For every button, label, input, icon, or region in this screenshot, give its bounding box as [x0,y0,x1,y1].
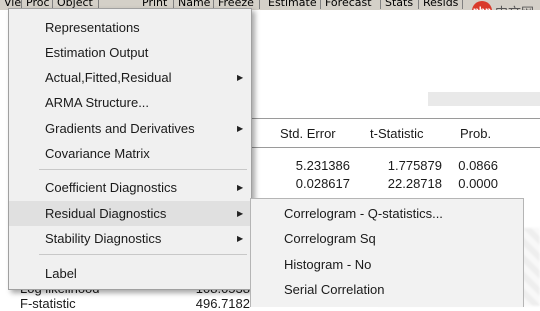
menu-item-representations[interactable]: Representations [9,15,251,40]
stats-button[interactable]: Stats [381,0,419,9]
menu-item-label: Label [45,266,77,281]
header-top-rule [250,118,540,119]
menu-item-label: Stability Diagnostics [45,231,162,246]
menu-item-label: Estimation Output [45,45,149,60]
f-statistic-label: F-statistic [20,296,76,311]
menu-item-label: Actual,Fitted,Residual [45,70,172,85]
submenu-arrow-icon: ▶ [237,73,244,82]
col-header-prob: Prob. [460,126,492,141]
cell-t-stat-2: 22.28718 [387,176,442,191]
f-statistic-value: 496.7182 [195,296,250,311]
menu-item-estimation-output[interactable]: Estimation Output [9,40,251,65]
submenu-item-serial-correlation[interactable]: Serial Correlation [251,277,523,302]
submenu-item-label: Correlogram - Q-statistics... [284,206,443,221]
submenu-arrow-icon: ▶ [237,183,244,192]
menu-item-label: Gradients and Derivatives [45,121,195,136]
menu-item-label-item[interactable]: Label [9,261,251,286]
submenu-item-label: Serial Correlation [284,282,385,297]
submenu-item-histogram-normality[interactable]: Histogram - No [251,252,523,277]
menu-item-covariance-matrix[interactable]: Covariance Matrix [9,141,251,166]
cell-std-error-2: 0.028617 [295,176,350,191]
cell-prob-1: 0.0866 [458,158,498,173]
col-header-std-error: Std. Error [280,126,336,141]
menu-item-label: Covariance Matrix [45,146,150,161]
menu-item-residual-diagnostics[interactable]: Residual Diagnostics ▶ [9,201,251,226]
menu-item-label: ARMA Structure... [45,95,150,110]
forecast-button[interactable]: Forecast [321,0,381,9]
submenu-arrow-icon: ▶ [237,234,244,243]
menu-separator [39,169,247,170]
header-bottom-rule [250,147,540,148]
col-header-t-statistic: t-Statistic [370,126,424,141]
residual-diagnostics-submenu: Correlogram - Q-statistics... Correlogra… [250,198,524,307]
submenu-item-correlogram-q-statistics[interactable]: Correlogram - Q-statistics... [251,201,523,226]
menu-separator [39,254,247,255]
view-menu: Representations Estimation Output Actual… [8,8,252,290]
output-scroll-placeholder [428,92,540,106]
cell-prob-2: 0.0000 [458,176,498,191]
estimate-button[interactable]: Estimate [264,0,321,9]
menu-item-gradients-and-derivatives[interactable]: Gradients and Derivatives ▶ [9,116,251,141]
submenu-item-correlogram-squared[interactable]: Correlogram Sq [251,226,523,251]
menu-item-label: Residual Diagnostics [45,206,167,221]
menu-item-actual-fitted-residual[interactable]: Actual,Fitted,Residual ▶ [9,65,251,90]
menu-item-arma-structure[interactable]: ARMA Structure... [9,90,251,115]
submenu-arrow-icon: ▶ [237,209,244,218]
menu-item-label: Coefficient Diagnostics [45,180,177,195]
menu-item-coefficient-diagnostics[interactable]: Coefficient Diagnostics ▶ [9,175,251,200]
submenu-item-label: Histogram - No [284,257,372,272]
submenu-item-label: Correlogram Sq [284,231,376,246]
submenu-arrow-icon: ▶ [237,124,244,133]
cell-std-error-1: 5.231386 [295,158,350,173]
menu-item-label: Representations [45,20,140,35]
menu-item-stability-diagnostics[interactable]: Stability Diagnostics ▶ [9,226,251,251]
resids-button[interactable]: Resids [419,0,463,9]
cell-t-stat-1: 1.775879 [387,158,442,173]
